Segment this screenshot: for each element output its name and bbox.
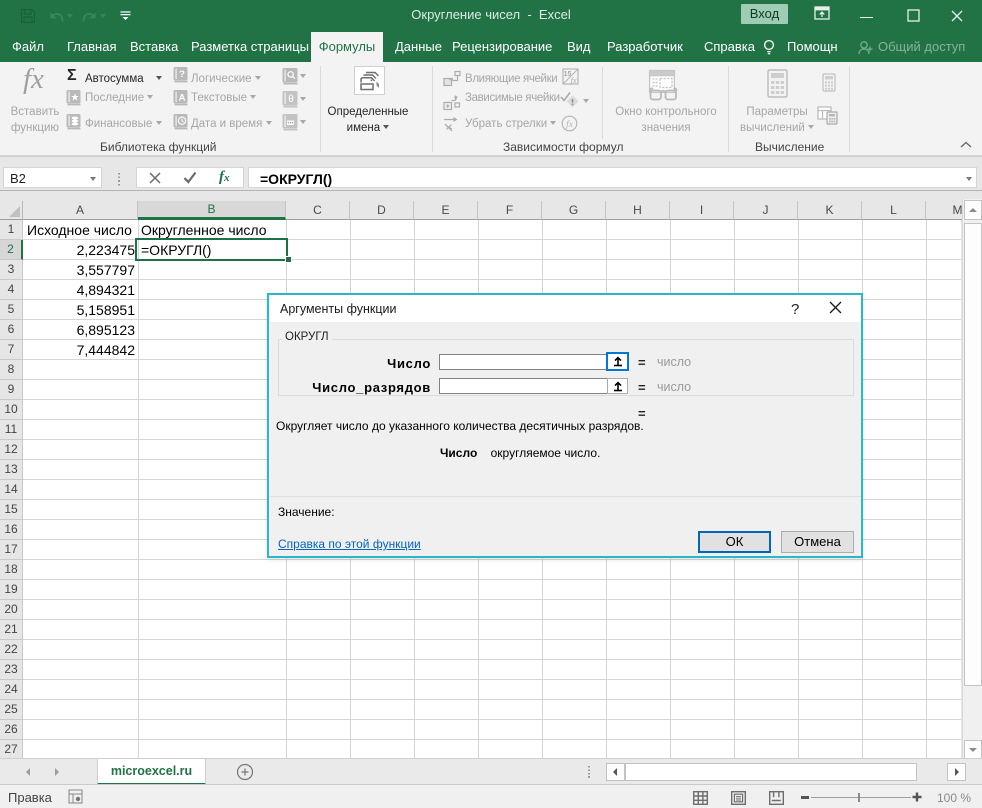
svg-text:A: A	[179, 93, 186, 104]
svg-text:★: ★	[71, 93, 80, 104]
svg-text:?: ?	[179, 69, 185, 80]
svg-text:fx: fx	[571, 76, 577, 85]
svg-text:fx: fx	[566, 119, 574, 130]
svg-text:θ: θ	[288, 94, 294, 105]
